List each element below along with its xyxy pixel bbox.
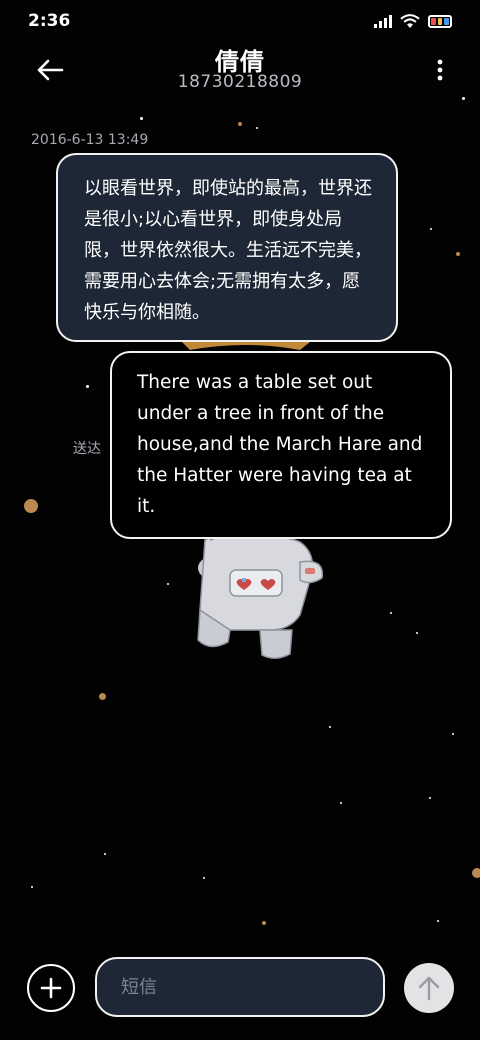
send-button[interactable] xyxy=(404,963,454,1013)
wifi-icon xyxy=(400,13,420,28)
delivery-status: 送达 xyxy=(73,441,101,457)
message-timestamp: 2016-6-13 13:49 xyxy=(31,132,149,148)
battery-icon xyxy=(428,14,452,28)
more-vertical-icon xyxy=(437,59,443,81)
outgoing-message-bubble[interactable]: There was a table set out under a tree i… xyxy=(110,351,452,539)
cellular-signal-icon xyxy=(374,14,392,28)
message-input[interactable] xyxy=(95,957,385,1017)
status-bar: 2:36 xyxy=(0,0,480,42)
status-time: 2:36 xyxy=(28,11,71,31)
incoming-message-bubble[interactable]: 以眼看世界，即使站的最高，世界还是很小;以心看世界，即使身处局限，世界依然很大。… xyxy=(56,153,398,342)
more-options-button[interactable] xyxy=(428,52,452,88)
send-arrow-up-icon xyxy=(418,976,440,1001)
contact-number[interactable]: 18730218809 xyxy=(0,72,480,92)
messaging-screen: 2:36 倩倩 18730218809 2016-6-13 13:49 以眼看世… xyxy=(0,0,480,1040)
status-icons xyxy=(374,13,452,29)
conversation-header: 倩倩 18730218809 xyxy=(0,38,480,100)
add-attachment-button[interactable] xyxy=(27,964,75,1012)
plus-circle-icon xyxy=(40,977,62,999)
